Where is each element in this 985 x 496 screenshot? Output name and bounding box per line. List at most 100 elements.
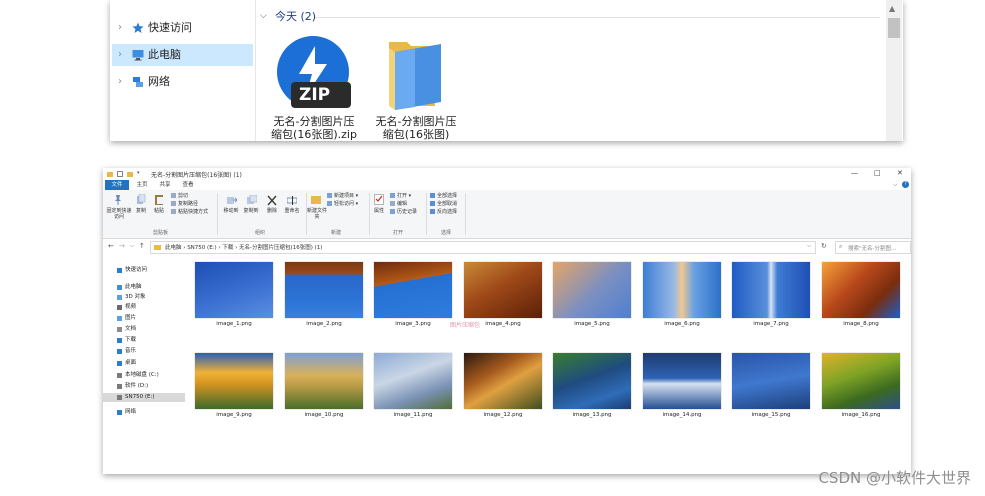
cut-button[interactable]: 剪切 [171, 193, 188, 200]
chevron-right-icon[interactable]: › [118, 44, 122, 66]
chevron-right-icon[interactable]: › [118, 71, 122, 93]
image-thumbnail[interactable] [732, 353, 810, 409]
image-thumbnail[interactable] [822, 262, 900, 318]
tab-file[interactable]: 文件 [105, 180, 129, 190]
back-arrow-icon[interactable]: ← [108, 242, 114, 250]
delete-button[interactable]: 删除 [263, 208, 281, 214]
zip-file-item[interactable]: ZIP [275, 34, 353, 112]
tab-home[interactable]: 主页 [133, 180, 151, 190]
nav-item-this-pc[interactable]: › 此电脑 [112, 44, 253, 66]
file-name-label[interactable]: image_6.png [637, 321, 727, 327]
easy-access-button[interactable]: 轻松访问 ▾ [327, 201, 358, 208]
file-name-label[interactable]: image_15.png [726, 412, 816, 418]
sidebar-item[interactable]: 文档 [111, 325, 185, 334]
customize-toolbar-icon[interactable]: ▾ [137, 170, 140, 176]
sidebar-item[interactable]: 软件 (D:) [111, 382, 185, 391]
copy-path-button[interactable]: 复制路径 [171, 201, 198, 208]
help-icon[interactable]: ? [902, 181, 909, 188]
search-input[interactable]: ⌕ 搜索"无名-分割图... [835, 241, 911, 254]
file-name-label[interactable]: image_8.png [816, 321, 906, 327]
file-name-label[interactable]: image_1.png [189, 321, 279, 327]
paste-shortcut-button[interactable]: 粘贴快捷方式 [171, 209, 208, 216]
sidebar-item[interactable]: 下载 [111, 336, 185, 345]
refresh-icon[interactable]: ↻ [821, 242, 827, 250]
properties-icon[interactable] [374, 194, 384, 205]
folder-label[interactable]: 无名-分割图片压 缩包(16张图) [366, 115, 466, 141]
new-item-button[interactable]: 新建项目 ▾ [327, 193, 358, 200]
rename-button[interactable]: 重命名 [281, 208, 303, 214]
minimize-button[interactable]: — [851, 169, 858, 177]
image-thumbnail[interactable] [643, 353, 721, 409]
file-name-label[interactable]: image_7.png [726, 321, 816, 327]
folder-item[interactable] [385, 36, 445, 112]
vertical-scrollbar[interactable]: ▲ [886, 0, 902, 141]
image-thumbnail[interactable] [553, 353, 631, 409]
chevron-down-icon[interactable]: ⌵ [893, 181, 898, 189]
copy-to-button[interactable]: 复制到 [241, 208, 261, 214]
sidebar-item[interactable]: 桌面 [111, 359, 185, 368]
scrollbar-thumb[interactable] [888, 18, 900, 38]
file-name-label[interactable]: image_14.png [637, 412, 727, 418]
file-name-label[interactable]: image_12.png [458, 412, 548, 418]
file-name-label[interactable]: image_10.png [279, 412, 369, 418]
image-thumbnail[interactable] [285, 353, 363, 409]
edit-button[interactable]: 编辑 [390, 201, 407, 208]
tab-view[interactable]: 查看 [179, 180, 197, 190]
sidebar-item[interactable]: 3D 对象 [111, 293, 185, 302]
nav-item-quick-access[interactable]: › 快速访问 [112, 17, 253, 39]
sidebar-item[interactable]: 视频 [111, 303, 185, 312]
title-bar[interactable]: ▾ 无名-分割图片压缩包(16张图) (1) — □ ✕ [103, 168, 911, 180]
sidebar-item[interactable]: 图片 [111, 314, 185, 323]
image-thumbnail[interactable] [195, 353, 273, 409]
group-header[interactable]: 今天 (2) [275, 8, 316, 26]
maximize-button[interactable]: □ [874, 169, 881, 177]
image-thumbnail[interactable] [464, 262, 542, 318]
paste-icon[interactable] [154, 194, 164, 205]
image-thumbnail[interactable] [285, 262, 363, 318]
copy-button[interactable]: 复制 [133, 208, 149, 214]
sidebar-item[interactable]: 此电脑 [111, 283, 185, 292]
properties-button[interactable]: 属性 [369, 208, 389, 214]
history-button[interactable]: 历史记录 [390, 209, 417, 216]
chevron-down-icon[interactable]: ⌵ [260, 11, 267, 21]
image-thumbnail[interactable] [195, 262, 273, 318]
chevron-right-icon[interactable]: › [118, 17, 122, 39]
forward-arrow-icon[interactable]: → [119, 242, 125, 250]
pin-quick-access-button[interactable]: 固定到快速访问 [105, 208, 133, 220]
sidebar-item[interactable]: 本地磁盘 (C:) [111, 371, 185, 380]
image-thumbnail[interactable] [732, 262, 810, 318]
file-name-label[interactable]: image_16.png [816, 412, 906, 418]
copy-icon[interactable] [136, 194, 146, 205]
move-to-button[interactable]: 移动到 [221, 208, 241, 214]
file-name-label[interactable]: image_2.png [279, 321, 369, 327]
close-button[interactable]: ✕ [897, 169, 903, 177]
paste-button[interactable]: 粘贴 [151, 208, 167, 214]
open-button[interactable]: 打开 ▾ [390, 193, 411, 200]
image-thumbnail[interactable] [464, 353, 542, 409]
chevron-down-icon[interactable]: ⌵ [807, 243, 811, 249]
nav-item-network[interactable]: › 网络 [112, 71, 253, 93]
image-thumbnail[interactable] [553, 262, 631, 318]
copy-to-icon[interactable] [247, 195, 257, 206]
rename-icon[interactable] [287, 195, 297, 206]
invert-selection-button[interactable]: 反向选择 [430, 209, 457, 216]
up-arrow-icon[interactable]: ↑ [139, 242, 145, 250]
image-thumbnail[interactable] [374, 262, 452, 318]
select-all-button[interactable]: 全部选择 [430, 193, 457, 200]
sidebar-item[interactable]: 快速访问 [111, 266, 185, 275]
move-to-icon[interactable] [227, 195, 237, 206]
image-thumbnail[interactable] [822, 353, 900, 409]
file-name-label[interactable]: image_3.png [368, 321, 458, 327]
scroll-up-icon[interactable]: ▲ [889, 4, 895, 13]
select-none-button[interactable]: 全部取消 [430, 201, 457, 208]
properties-icon[interactable] [117, 171, 123, 177]
delete-icon[interactable] [267, 195, 277, 206]
recent-chevron-icon[interactable]: ⌵ [130, 243, 134, 249]
image-thumbnail[interactable] [643, 262, 721, 318]
new-folder-button[interactable]: 新建文件夹 [306, 208, 328, 220]
zip-file-label[interactable]: 无名-分割图片压 缩包(16张图).zip [264, 115, 364, 141]
address-bar[interactable]: 此电脑 › SN750 (E:) › 下载 › 无名-分割图片压缩包(16张图)… [150, 241, 816, 254]
file-name-label[interactable]: image_9.png [189, 412, 279, 418]
new-folder-icon[interactable] [127, 171, 133, 177]
file-name-label[interactable]: image_11.png [368, 412, 458, 418]
